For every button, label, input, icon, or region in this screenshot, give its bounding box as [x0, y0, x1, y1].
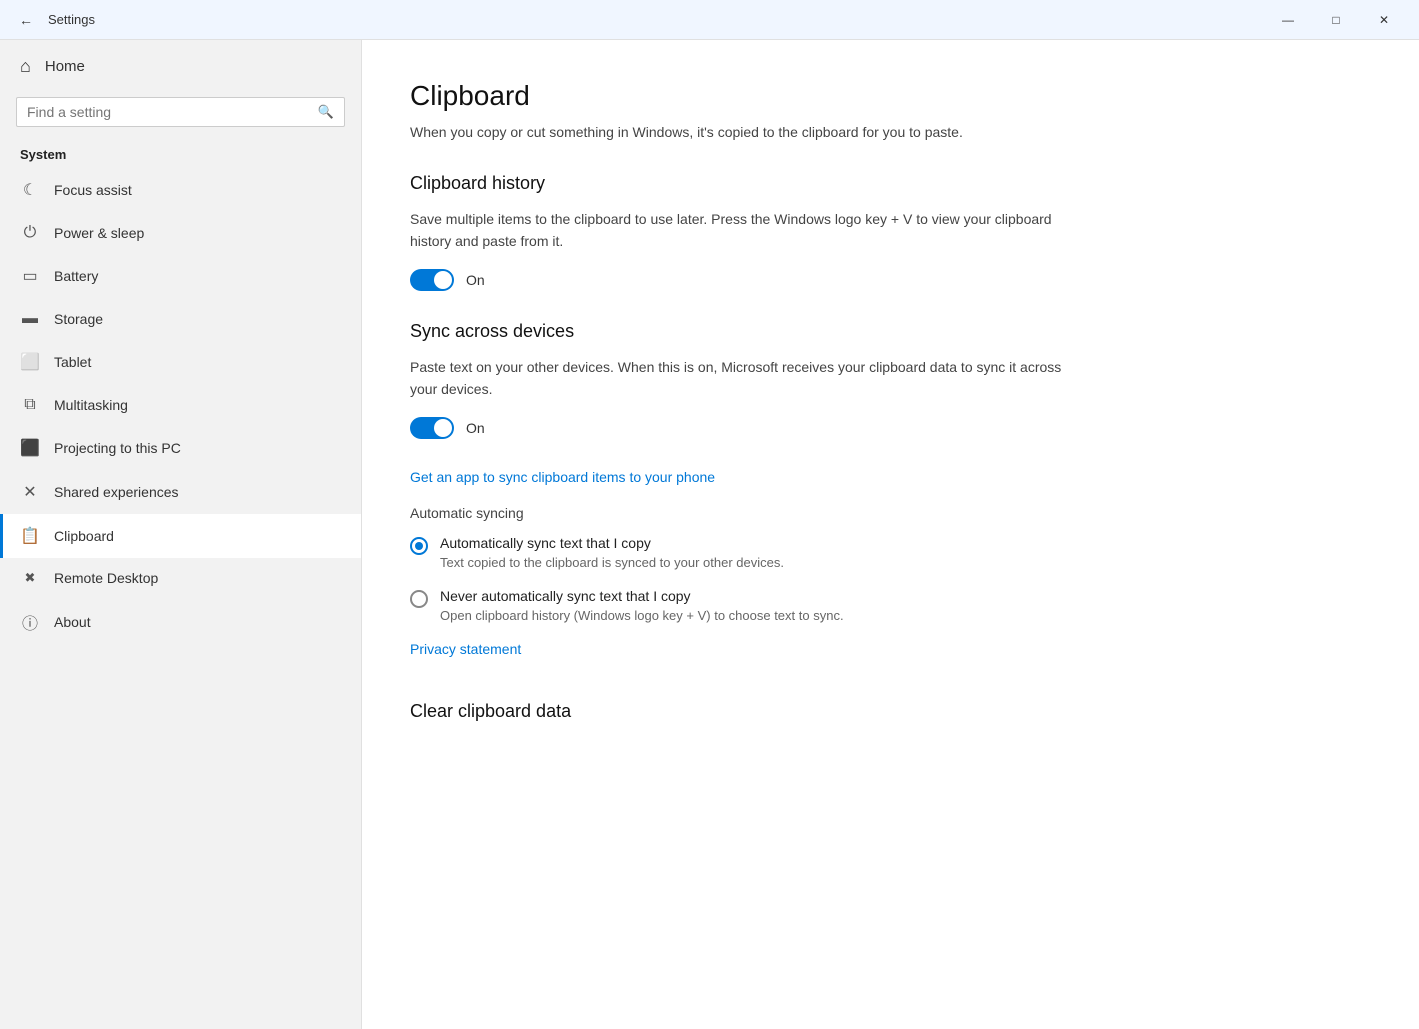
clipboard-history-title: Clipboard history	[410, 173, 1371, 194]
radio-auto-sync[interactable]	[410, 537, 428, 555]
radio-auto-sync-content: Automatically sync text that I copy Text…	[440, 535, 784, 570]
back-button[interactable]: ←	[12, 6, 40, 34]
sidebar-item-label: Multitasking	[54, 397, 128, 413]
sidebar-item-label: Projecting to this PC	[54, 440, 181, 456]
radio-option-auto-sync: Automatically sync text that I copy Text…	[410, 535, 1371, 570]
search-input[interactable]	[27, 104, 310, 120]
sidebar-item-label: Storage	[54, 311, 103, 327]
focus-assist-icon: ☾	[20, 180, 40, 200]
sync-devices-toggle-row: On	[410, 417, 1371, 439]
radio-never-sync[interactable]	[410, 590, 428, 608]
sidebar-home[interactable]: ⌂ Home	[0, 40, 361, 93]
minimize-button[interactable]: —	[1265, 4, 1311, 36]
sidebar-item-label: About	[54, 614, 91, 630]
sync-devices-desc: Paste text on your other devices. When t…	[410, 356, 1090, 401]
privacy-statement-link[interactable]: Privacy statement	[410, 641, 521, 657]
radio-never-sync-desc: Open clipboard history (Windows logo key…	[440, 608, 844, 623]
close-button[interactable]: ✕	[1361, 4, 1407, 36]
sidebar-search-container: 🔍	[16, 97, 345, 127]
sidebar: ⌂ Home 🔍 System ☾ Focus assist ⏻ Power &…	[0, 40, 362, 1029]
clipboard-icon: 📋	[20, 526, 40, 546]
sidebar-item-shared-experiences[interactable]: ✕ Shared experiences	[0, 470, 361, 514]
multitasking-icon: ⧉	[20, 396, 40, 414]
sidebar-item-remote-desktop[interactable]: ✖ Remote Desktop	[0, 558, 361, 598]
clipboard-history-toggle[interactable]	[410, 269, 454, 291]
page-description: When you copy or cut something in Window…	[410, 122, 1090, 143]
radio-never-sync-title: Never automatically sync text that I cop…	[440, 588, 844, 604]
window-controls: — □ ✕	[1265, 4, 1407, 36]
auto-sync-label: Automatic syncing	[410, 505, 1371, 521]
sidebar-item-multitasking[interactable]: ⧉ Multitasking	[0, 384, 361, 426]
clear-clipboard-section: Clear clipboard data	[410, 701, 1371, 722]
search-icon: 🔍	[318, 104, 334, 120]
projecting-icon: ⬛	[20, 438, 40, 458]
storage-icon: ▬	[20, 310, 40, 328]
radio-auto-sync-desc: Text copied to the clipboard is synced t…	[440, 555, 784, 570]
maximize-button[interactable]: □	[1313, 4, 1359, 36]
sidebar-item-label: Shared experiences	[54, 484, 179, 500]
sidebar-item-label: Remote Desktop	[54, 570, 158, 586]
battery-icon: ▭	[20, 266, 40, 286]
shared-experiences-icon: ✕	[20, 482, 40, 502]
app-body: ⌂ Home 🔍 System ☾ Focus assist ⏻ Power &…	[0, 40, 1419, 1029]
clipboard-history-toggle-row: On	[410, 269, 1371, 291]
power-sleep-icon: ⏻	[20, 224, 40, 242]
sidebar-item-projecting[interactable]: ⬛ Projecting to this PC	[0, 426, 361, 470]
sidebar-item-clipboard[interactable]: 📋 Clipboard	[0, 514, 361, 558]
remote-desktop-icon: ✖	[20, 570, 40, 586]
page-title: Clipboard	[410, 80, 1371, 112]
clipboard-history-toggle-label: On	[466, 272, 485, 288]
sync-phone-link[interactable]: Get an app to sync clipboard items to yo…	[410, 469, 715, 485]
title-bar-title: Settings	[48, 12, 95, 27]
tablet-icon: ⬜	[20, 352, 40, 372]
content-area: Clipboard When you copy or cut something…	[362, 40, 1419, 1029]
radio-option-never-sync: Never automatically sync text that I cop…	[410, 588, 1371, 623]
about-icon: ⓘ	[20, 610, 40, 634]
sidebar-item-about[interactable]: ⓘ About	[0, 598, 361, 646]
clear-clipboard-title: Clear clipboard data	[410, 701, 1371, 722]
title-bar: ← Settings — □ ✕	[0, 0, 1419, 40]
sidebar-home-label: Home	[45, 58, 85, 75]
sync-devices-toggle-label: On	[466, 420, 485, 436]
sidebar-item-battery[interactable]: ▭ Battery	[0, 254, 361, 298]
clipboard-history-section: Clipboard history Save multiple items to…	[410, 173, 1371, 291]
radio-never-sync-content: Never automatically sync text that I cop…	[440, 588, 844, 623]
sync-devices-section: Sync across devices Paste text on your o…	[410, 321, 1371, 677]
sidebar-item-label: Power & sleep	[54, 225, 144, 241]
sidebar-item-label: Clipboard	[54, 528, 114, 544]
sidebar-item-storage[interactable]: ▬ Storage	[0, 298, 361, 340]
sidebar-section-label: System	[0, 139, 361, 168]
sidebar-item-label: Battery	[54, 268, 98, 284]
home-icon: ⌂	[20, 56, 31, 77]
sidebar-item-label: Tablet	[54, 354, 91, 370]
sidebar-item-power-sleep[interactable]: ⏻ Power & sleep	[0, 212, 361, 254]
sidebar-item-tablet[interactable]: ⬜ Tablet	[0, 340, 361, 384]
clipboard-history-desc: Save multiple items to the clipboard to …	[410, 208, 1090, 253]
sync-devices-toggle[interactable]	[410, 417, 454, 439]
sidebar-item-focus-assist[interactable]: ☾ Focus assist	[0, 168, 361, 212]
sync-devices-title: Sync across devices	[410, 321, 1371, 342]
radio-auto-sync-title: Automatically sync text that I copy	[440, 535, 784, 551]
sidebar-item-label: Focus assist	[54, 182, 132, 198]
